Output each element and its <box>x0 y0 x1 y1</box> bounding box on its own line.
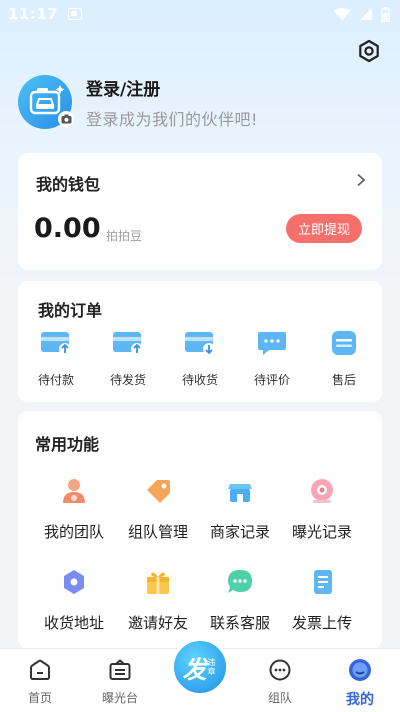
func-contact-service[interactable]: 联系客服 <box>200 566 280 633</box>
profile-icon <box>349 659 371 681</box>
tab-mine[interactable]: 我的 <box>328 657 392 709</box>
func-my-team[interactable]: 我的团队 <box>34 475 114 542</box>
withdraw-button[interactable]: 立即提现 <box>286 214 362 243</box>
func-team-management[interactable]: 组队管理 <box>118 475 198 542</box>
func-label: 邀请好友 <box>127 614 188 632</box>
wallet-balance: 0.00 <box>34 213 101 244</box>
login-register-link[interactable]: 登录/注册 <box>86 75 258 100</box>
store-icon <box>228 484 252 502</box>
battery-icon <box>381 6 390 22</box>
wifi-icon <box>333 8 351 20</box>
wallet-card[interactable]: 我的钱包 0.00 拍拍豆 立即提现 <box>18 153 382 270</box>
login-subtitle: 登录成为我们的伙伴吧! <box>86 109 258 129</box>
home-icon <box>30 659 50 680</box>
order-label: 待收货 <box>181 373 218 387</box>
team-icon <box>63 479 85 503</box>
func-label: 商家记录 <box>209 523 270 541</box>
tag-icon <box>147 480 170 503</box>
func-invite-friends[interactable]: 邀请好友 <box>118 566 198 633</box>
order-label: 待付款 <box>37 373 74 387</box>
order-pending-receipt[interactable]: 待收货 <box>172 329 228 388</box>
tab-label: 组队 <box>267 691 292 705</box>
func-label: 发票上传 <box>291 614 352 632</box>
status-bar: 11:17 <box>0 0 400 28</box>
wallet-title: 我的钱包 <box>36 175 101 194</box>
order-pending-shipment[interactable]: 待发货 <box>100 329 156 388</box>
order-after-sale[interactable]: 售后 <box>316 329 372 388</box>
status-time: 11:17 <box>8 5 59 23</box>
orders-title: 我的订单 <box>38 301 103 320</box>
tab-label: 我的 <box>346 692 374 708</box>
notification-icon <box>68 8 83 20</box>
func-label: 组队管理 <box>127 523 188 541</box>
func-exposure-records[interactable]: 曝光记录 <box>282 475 362 542</box>
gift-icon <box>147 572 169 594</box>
team-chat-icon <box>269 659 291 681</box>
exposure-board-icon <box>109 659 131 680</box>
gear-icon <box>359 39 379 63</box>
avatar-camera-badge[interactable] <box>58 111 74 127</box>
func-merchant-records[interactable]: 商家记录 <box>200 475 280 542</box>
tab-team[interactable]: 组队 <box>248 657 312 706</box>
tab-label: 首页 <box>27 691 52 705</box>
settings-button[interactable] <box>356 38 382 64</box>
func-shipping-address[interactable]: 收货地址 <box>34 566 114 633</box>
order-label: 售后 <box>331 373 356 387</box>
func-label: 曝光记录 <box>291 523 352 541</box>
func-label: 联系客服 <box>209 614 270 632</box>
exposure-icon <box>311 479 333 503</box>
invoice-icon <box>314 570 332 594</box>
common-functions-card: 常用功能 我的团队 组队管理 商家记录 曝光记录 收货地址 邀请好友 联系客服 … <box>18 411 382 649</box>
tab-label: 曝光台 <box>101 691 138 705</box>
func-label: 我的团队 <box>43 523 104 541</box>
profile-header[interactable]: 登录/注册 登录成为我们的伙伴吧! <box>18 72 382 132</box>
card-upload-icon <box>113 332 143 355</box>
order-label: 待评价 <box>253 373 290 387</box>
chevron-right-icon[interactable] <box>356 173 366 187</box>
card-upload-icon <box>41 332 71 355</box>
camera-icon <box>61 114 71 124</box>
tab-exposure-board[interactable]: 曝光台 <box>88 657 152 706</box>
order-label: 待发货 <box>109 373 146 387</box>
order-pending-payment[interactable]: 待付款 <box>28 329 84 388</box>
location-icon <box>64 570 84 594</box>
card-download-icon <box>185 332 215 355</box>
func-invoice-upload[interactable]: 发票上传 <box>282 566 362 633</box>
signal-icon <box>360 8 372 20</box>
order-pending-review[interactable]: 待评价 <box>244 329 300 388</box>
functions-title: 常用功能 <box>35 435 100 454</box>
avatar[interactable] <box>18 75 74 129</box>
publish-violation-button[interactable]: 发 违章 <box>171 638 229 696</box>
publish-sub-label: 违章 <box>207 658 216 676</box>
func-label: 收货地址 <box>43 614 104 632</box>
service-chat-icon <box>228 570 252 593</box>
wallet-unit: 拍拍豆 <box>106 229 143 243</box>
tab-home[interactable]: 首页 <box>8 657 72 706</box>
publish-main-label: 发 <box>182 655 207 684</box>
chat-bubble-icon <box>258 332 286 355</box>
aftersale-icon <box>332 331 356 355</box>
orders-card: 我的订单 待付款 待发货 待收货 待评价 售后 <box>18 281 382 402</box>
